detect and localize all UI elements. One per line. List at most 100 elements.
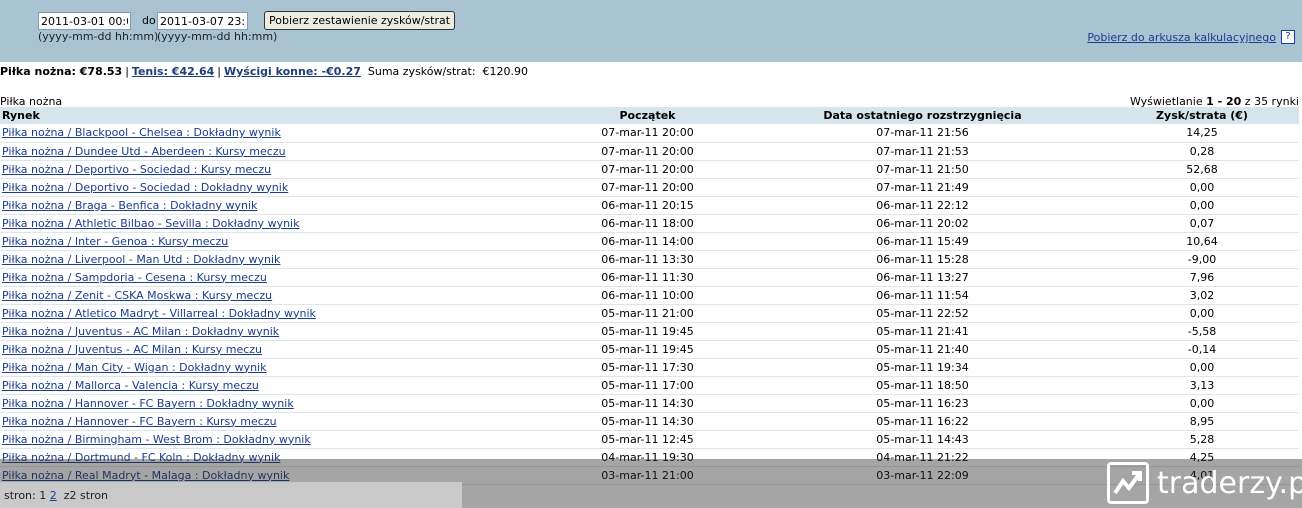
date-from-input[interactable] [38,12,131,30]
column-header-start[interactable]: Początek [555,107,740,124]
horse-racing-total-link[interactable]: Wyścigi konne: -€0.27 [224,65,361,78]
table-row: Piłka nożna / Birmingham - West Brom : D… [0,430,1299,449]
market-cell: Piłka nożna / Man City - Wigan : Dokładn… [0,358,555,377]
market-cell: Piłka nożna / Blackpool - Chelsea : Dokł… [0,124,555,143]
market-link[interactable]: Piłka nożna / Birmingham - West Brom : D… [2,433,311,446]
market-cell: Piłka nożna / Mallorca - Valencia : Kurs… [0,376,555,395]
market-link[interactable]: Piłka nożna / Dundee Utd - Aberdeen : Ku… [2,145,286,158]
market-link[interactable]: Piłka nożna / Hannover - FC Bayern : Kur… [2,415,277,428]
settled-cell: 06-mar-11 15:49 [740,232,1105,251]
table-row: Piłka nożna / Deportivo - Sociedad : Kur… [0,160,1299,179]
market-cell: Piłka nożna / Hannover - FC Bayern : Dok… [0,394,555,413]
market-cell: Piłka nożna / Inter - Genoa : Kursy mecz… [0,232,555,251]
start-cell: 06-mar-11 18:00 [555,214,740,233]
start-cell: 07-mar-11 20:00 [555,160,740,179]
market-link[interactable]: Piłka nożna / Atletico Madryt - Villarre… [2,307,316,320]
settled-cell: 05-mar-11 16:22 [740,412,1105,431]
pnl-cell: 7,96 [1105,268,1299,287]
market-link[interactable]: Piłka nożna / Inter - Genoa : Kursy mecz… [2,235,228,248]
pnl-cell: 10,64 [1105,232,1299,251]
start-cell: 07-mar-11 20:00 [555,124,740,143]
watermark-logo: traderzy.pl [1107,461,1302,505]
date-to-format-hint: (yyyy-mm-dd hh:mm) [157,30,278,43]
start-cell: 05-mar-11 14:30 [555,394,740,413]
pager-total: z2 stron [63,489,109,502]
date-to-input[interactable] [157,12,248,30]
settled-cell: 05-mar-11 16:23 [740,394,1105,413]
start-cell: 07-mar-11 20:00 [555,142,740,161]
export-spreadsheet-link[interactable]: Pobierz do arkusza kalkulacyjnego [1087,31,1276,44]
start-cell: 05-mar-11 17:00 [555,376,740,395]
settled-cell: 05-mar-11 14:43 [740,430,1105,449]
market-cell: Piłka nożna / Dundee Utd - Aberdeen : Ku… [0,142,555,161]
pnl-cell: 0,07 [1105,214,1299,233]
settled-cell: 05-mar-11 19:34 [740,358,1105,377]
market-link[interactable]: Piłka nożna / Sampdoria - Cesena : Kursy… [2,271,267,284]
tennis-total-link[interactable]: Tenis: €42.64 [132,65,214,78]
pnl-cell: 5,28 [1105,430,1299,449]
table-row: Piłka nożna / Man City - Wigan : Dokładn… [0,358,1299,377]
pager-page-1[interactable]: 1 [39,489,46,502]
pager-page-2[interactable]: 2 [50,489,57,502]
pager: stron: 1 2 z2 stron [4,489,108,502]
start-cell: 05-mar-11 19:45 [555,340,740,359]
table-row: Piłka nożna / Inter - Genoa : Kursy mecz… [0,232,1299,251]
table-row: Piłka nożna / Mallorca - Valencia : Kurs… [0,376,1299,395]
table-row: Piłka nożna / Juventus - AC Milan : Kurs… [0,340,1299,359]
date-from-format-hint: (yyyy-mm-dd hh:mm) [38,30,159,43]
pnl-cell: 0,00 [1105,394,1299,413]
settled-cell: 06-mar-11 22:12 [740,196,1105,215]
market-link[interactable]: Piłka nożna / Zenit - CSKA Moskwa : Kurs… [2,289,272,302]
column-header-market[interactable]: Rynek [0,107,555,124]
pnl-cell: -0,14 [1105,340,1299,359]
pnl-cell: 3,02 [1105,286,1299,305]
table-row: Piłka nożna / Sampdoria - Cesena : Kursy… [0,268,1299,287]
market-cell: Piłka nożna / Juventus - AC Milan : Dokł… [0,322,555,341]
settled-cell: 05-mar-11 22:52 [740,304,1105,323]
settled-cell: 06-mar-11 20:02 [740,214,1105,233]
settled-cell: 05-mar-11 21:40 [740,340,1105,359]
total-value: €120.90 [482,65,529,78]
market-link[interactable]: Piłka nożna / Juventus - AC Milan : Dokł… [2,325,279,338]
market-link[interactable]: Piłka nożna / Deportivo - Sociedad : Kur… [2,163,271,176]
watermark-text: traderzy.pl [1157,465,1302,501]
market-link[interactable]: Piłka nożna / Braga - Benfica : Dokładny… [2,199,257,212]
traderzy-logo-icon [1107,462,1149,504]
column-header-settled[interactable]: Data ostatniego rozstrzygnięcia [740,107,1105,124]
pnl-cell: -5,58 [1105,322,1299,341]
market-link[interactable]: Piłka nożna / Hannover - FC Bayern : Dok… [2,397,294,410]
start-cell: 06-mar-11 11:30 [555,268,740,287]
date-to-label: do [142,14,156,27]
market-link[interactable]: Piłka nożna / Blackpool - Chelsea : Dokł… [2,126,281,139]
table-row: Piłka nożna / Juventus - AC Milan : Dokł… [0,322,1299,341]
pnl-cell: 14,25 [1105,124,1299,143]
table-header-row: Rynek Początek Data ostatniego rozstrzyg… [0,107,1299,124]
help-icon[interactable]: ? [1281,30,1295,44]
settled-cell: 07-mar-11 21:56 [740,124,1105,143]
market-link[interactable]: Piłka nożna / Athletic Bilbao - Sevilla … [2,217,299,230]
market-link[interactable]: Piłka nożna / Man City - Wigan : Dokładn… [2,361,266,374]
market-cell: Piłka nożna / Zenit - CSKA Moskwa : Kurs… [0,286,555,305]
pnl-cell: 3,13 [1105,376,1299,395]
pnl-cell: -9,00 [1105,250,1299,269]
market-cell: Piłka nożna / Sampdoria - Cesena : Kursy… [0,268,555,287]
settled-cell: 05-mar-11 18:50 [740,376,1105,395]
start-cell: 05-mar-11 17:30 [555,358,740,377]
market-link[interactable]: Piłka nożna / Deportivo - Sociedad : Dok… [2,181,288,194]
market-link[interactable]: Piłka nożna / Mallorca - Valencia : Kurs… [2,379,259,392]
market-cell: Piłka nożna / Deportivo - Sociedad : Dok… [0,178,555,197]
table-row: Piłka nożna / Hannover - FC Bayern : Kur… [0,412,1299,431]
table-row: Piłka nożna / Atletico Madryt - Villarre… [0,304,1299,323]
market-link[interactable]: Piłka nożna / Liverpool - Man Utd : Dokł… [2,253,280,266]
fetch-report-button[interactable]: Pobierz zestawienie zysków/strat [264,11,456,30]
column-header-pnl[interactable]: Zysk/strata (€) [1105,107,1299,124]
market-link[interactable]: Piłka nożna / Juventus - AC Milan : Kurs… [2,343,262,356]
market-cell: Piłka nożna / Athletic Bilbao - Sevilla … [0,214,555,233]
table-row: Piłka nożna / Blackpool - Chelsea : Dokł… [0,124,1299,143]
table-row: Piłka nożna / Braga - Benfica : Dokładny… [0,196,1299,215]
start-cell: 05-mar-11 19:45 [555,322,740,341]
market-cell: Piłka nożna / Deportivo - Sociedad : Kur… [0,160,555,179]
table-row: Piłka nożna / Deportivo - Sociedad : Dok… [0,178,1299,197]
start-cell: 06-mar-11 20:15 [555,196,740,215]
table-row: Piłka nożna / Liverpool - Man Utd : Dokł… [0,250,1299,269]
